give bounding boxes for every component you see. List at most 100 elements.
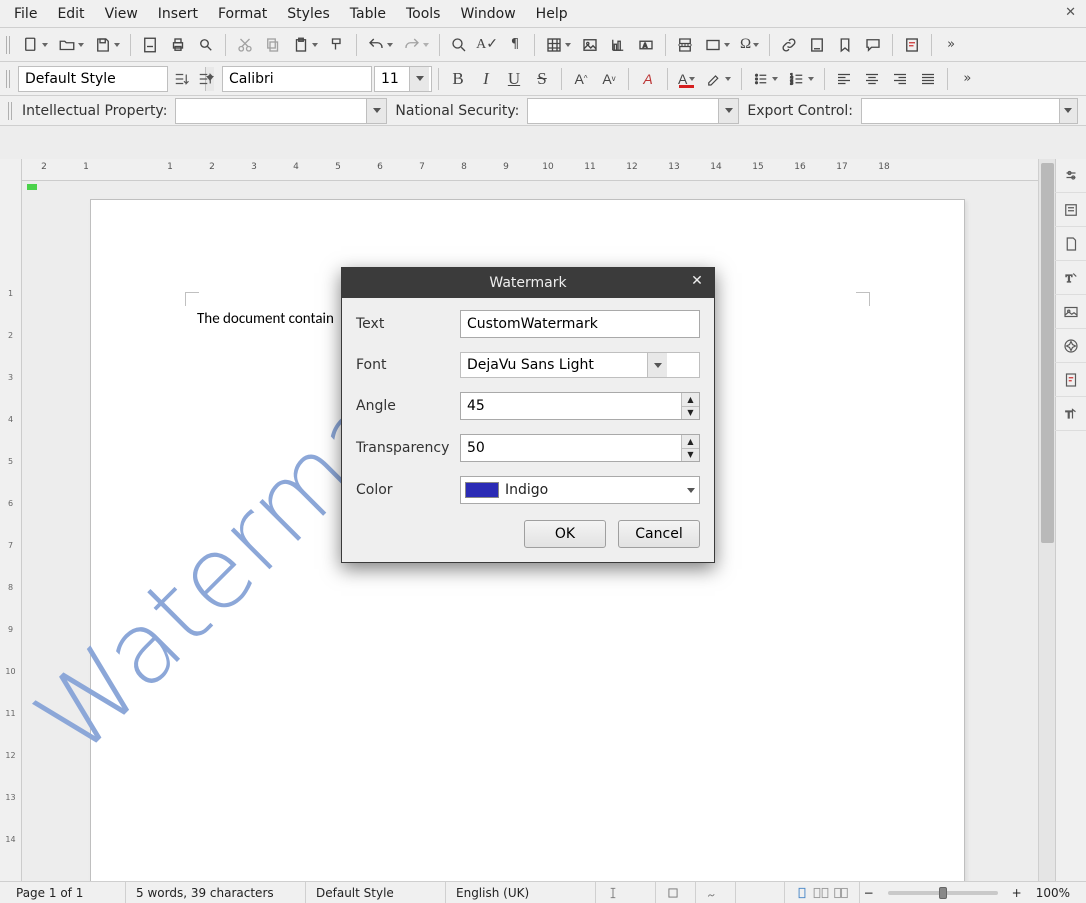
cancel-button[interactable]: Cancel xyxy=(618,520,700,548)
menu-file[interactable]: File xyxy=(4,2,47,26)
spin-down-icon[interactable]: ▼ xyxy=(682,449,699,462)
insert-table-button[interactable] xyxy=(541,32,575,58)
formatting-marks-button[interactable]: ¶ xyxy=(502,32,528,58)
superscript-button[interactable]: A^ xyxy=(568,66,594,92)
undo-button[interactable] xyxy=(363,32,397,58)
clear-formatting-button[interactable]: A xyxy=(635,66,661,92)
bold-button[interactable]: B xyxy=(445,66,471,92)
vertical-scrollbar[interactable] xyxy=(1039,159,1056,881)
watermark-font-input[interactable] xyxy=(461,353,647,377)
status-selection-mode[interactable] xyxy=(656,882,696,903)
sidebar-page-icon[interactable] xyxy=(1055,227,1086,261)
spin-up-icon[interactable]: ▲ xyxy=(682,393,699,407)
align-center-button[interactable] xyxy=(859,66,885,92)
vertical-ruler[interactable]: 1234567891011121314 xyxy=(0,159,22,881)
menu-insert[interactable]: Insert xyxy=(148,2,208,26)
watermark-font-select[interactable] xyxy=(460,352,700,378)
menu-table[interactable]: Table xyxy=(340,2,396,26)
new-document-button[interactable] xyxy=(18,32,52,58)
find-replace-button[interactable] xyxy=(446,32,472,58)
status-page[interactable]: Page 1 of 1 xyxy=(6,882,126,903)
print-button[interactable] xyxy=(165,32,191,58)
insert-bookmark-button[interactable] xyxy=(832,32,858,58)
new-style-button[interactable] xyxy=(194,68,216,90)
clone-formatting-button[interactable] xyxy=(324,32,350,58)
sidebar-manage-changes-icon[interactable] xyxy=(1055,363,1086,397)
insert-page-break-button[interactable] xyxy=(672,32,698,58)
document-body-text[interactable]: The document contain xyxy=(197,310,334,328)
font-size-select[interactable] xyxy=(374,66,432,92)
font-name-select[interactable] xyxy=(222,66,372,92)
watermark-transparency-spinner[interactable]: ▲▼ xyxy=(460,434,700,462)
track-changes-button[interactable] xyxy=(899,32,925,58)
status-view-buttons[interactable] xyxy=(784,882,860,903)
spin-down-icon[interactable]: ▼ xyxy=(682,407,699,420)
status-style[interactable]: Default Style xyxy=(306,882,446,903)
toolbar-grip[interactable] xyxy=(6,36,12,54)
sidebar-navigator-icon[interactable] xyxy=(1055,329,1086,363)
horizontal-ruler[interactable]: 21123456789101112131415161718 xyxy=(22,159,1038,181)
paste-button[interactable] xyxy=(288,32,322,58)
ip-select[interactable] xyxy=(175,98,387,124)
toolbar-grip[interactable] xyxy=(8,102,14,120)
single-page-view-icon[interactable] xyxy=(795,886,809,900)
sidebar-settings-icon[interactable] xyxy=(1055,159,1086,193)
toolbar-grip[interactable] xyxy=(6,70,12,88)
align-justify-button[interactable] xyxy=(915,66,941,92)
subscript-button[interactable]: Av xyxy=(596,66,622,92)
menu-tools[interactable]: Tools xyxy=(396,2,451,26)
watermark-text-input[interactable] xyxy=(460,310,700,338)
menu-format[interactable]: Format xyxy=(208,2,277,26)
ns-select[interactable] xyxy=(527,98,739,124)
align-right-button[interactable] xyxy=(887,66,913,92)
insert-chart-button[interactable] xyxy=(605,32,631,58)
multi-page-view-icon[interactable] xyxy=(813,886,829,900)
insert-special-char-button[interactable]: Ω xyxy=(736,32,763,58)
book-view-icon[interactable] xyxy=(833,886,849,900)
watermark-color-select[interactable]: Indigo xyxy=(460,476,700,504)
number-list-button[interactable]: 123 xyxy=(784,66,818,92)
dropdown-arrow-icon[interactable] xyxy=(366,99,386,123)
menu-edit[interactable]: Edit xyxy=(47,2,94,26)
bullet-list-button[interactable] xyxy=(748,66,782,92)
status-signature[interactable] xyxy=(696,882,736,903)
status-insert-mode[interactable] xyxy=(596,882,656,903)
insert-textbox-button[interactable]: A xyxy=(633,32,659,58)
font-size-input[interactable] xyxy=(375,67,409,91)
highlight-color-button[interactable] xyxy=(701,66,735,92)
dialog-close-button[interactable]: ✕ xyxy=(688,273,706,291)
menu-window[interactable]: Window xyxy=(450,2,525,26)
save-button[interactable] xyxy=(90,32,124,58)
dropdown-arrow-icon[interactable] xyxy=(409,67,429,91)
scrollbar-thumb[interactable] xyxy=(1041,163,1054,543)
watermark-angle-spinner[interactable]: ▲▼ xyxy=(460,392,700,420)
open-document-button[interactable] xyxy=(54,32,88,58)
sidebar-gallery-icon[interactable] xyxy=(1055,295,1086,329)
ec-select[interactable] xyxy=(861,98,1078,124)
toolbar-overflow-button[interactable]: » xyxy=(938,32,964,58)
update-style-button[interactable] xyxy=(170,68,192,90)
status-zoom-value[interactable]: 100% xyxy=(1026,882,1080,903)
dropdown-arrow-icon[interactable] xyxy=(647,353,667,377)
copy-button[interactable] xyxy=(260,32,286,58)
insert-field-button[interactable] xyxy=(700,32,734,58)
zoom-in-button[interactable]: + xyxy=(1008,886,1026,900)
menu-styles[interactable]: Styles xyxy=(277,2,339,26)
menu-view[interactable]: View xyxy=(95,2,148,26)
dropdown-arrow-icon[interactable] xyxy=(718,99,738,123)
italic-button[interactable]: I xyxy=(473,66,499,92)
align-left-button[interactable] xyxy=(831,66,857,92)
font-color-button[interactable]: A xyxy=(674,66,699,92)
export-pdf-button[interactable] xyxy=(137,32,163,58)
dialog-titlebar[interactable]: Watermark ✕ xyxy=(342,268,714,298)
redo-button[interactable] xyxy=(399,32,433,58)
status-word-count[interactable]: 5 words, 39 characters xyxy=(126,882,306,903)
watermark-angle-input[interactable] xyxy=(461,393,681,419)
watermark-transparency-input[interactable] xyxy=(461,435,681,461)
print-preview-button[interactable] xyxy=(193,32,219,58)
strikethrough-button[interactable]: S xyxy=(529,66,555,92)
paragraph-style-select[interactable] xyxy=(18,66,168,92)
status-language[interactable]: English (UK) xyxy=(446,882,596,903)
ok-button[interactable]: OK xyxy=(524,520,606,548)
insert-image-button[interactable] xyxy=(577,32,603,58)
